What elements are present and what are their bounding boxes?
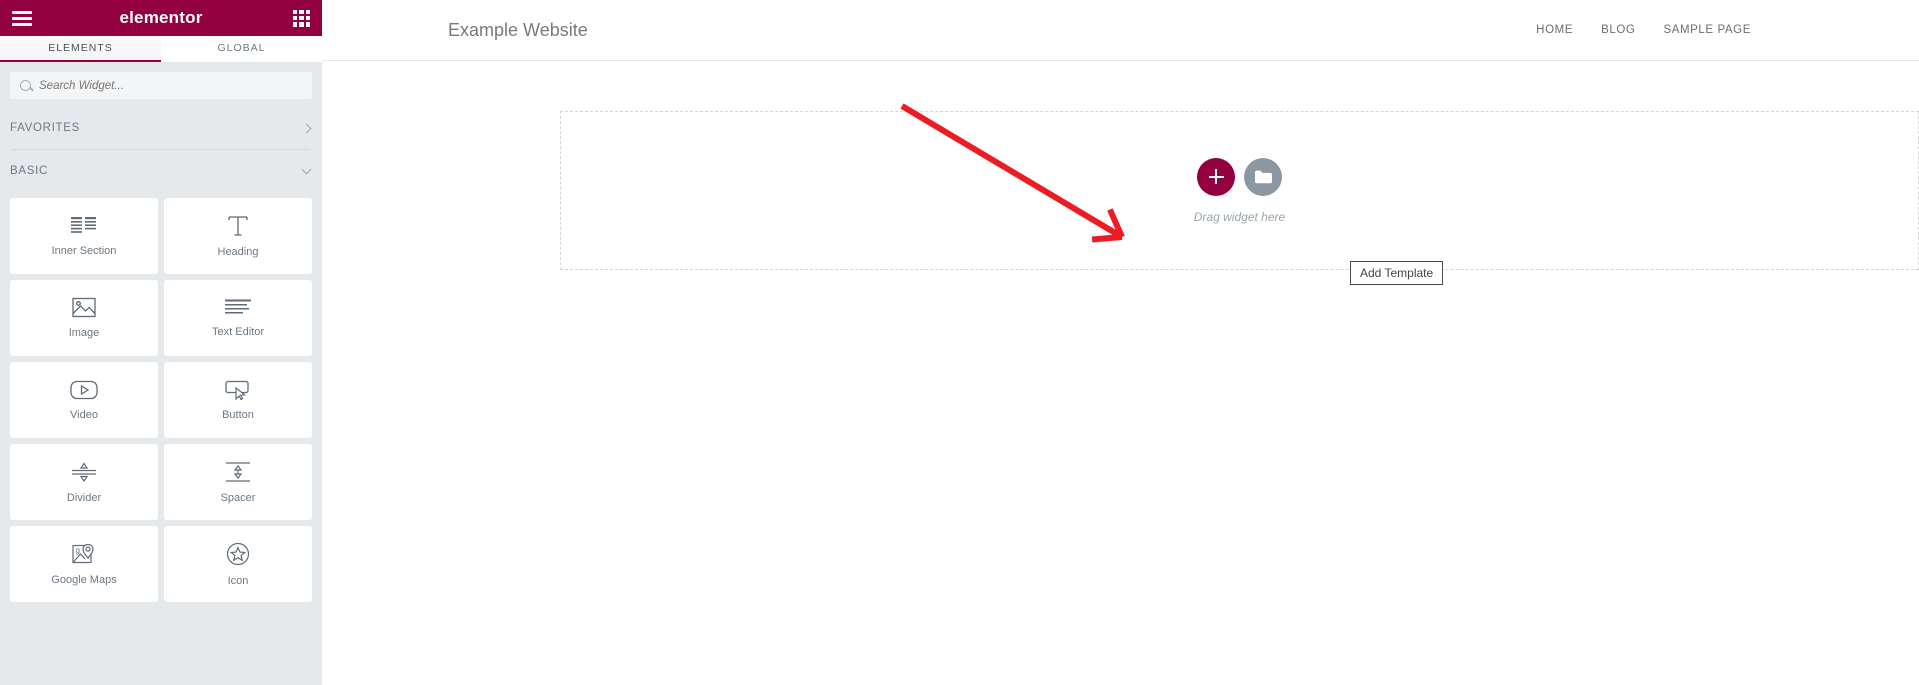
add-template-tooltip: Add Template [1350,261,1444,285]
widget-label: Text Editor [212,325,264,338]
nav-item-blog[interactable]: BLOG [1601,24,1635,36]
panel-header: elementor [0,0,322,36]
chevron-right-icon [301,123,312,133]
hamburger-icon[interactable] [12,10,32,26]
nav-item-home[interactable]: HOME [1536,24,1573,36]
widget-spacer[interactable]: Spacer [164,444,312,520]
image-icon [72,297,96,318]
widget-label: Video [70,408,98,421]
chevron-down-icon [301,164,312,174]
widget-divider[interactable]: Divider [10,444,158,520]
inner-section-icon [71,216,97,236]
add-template-button[interactable] [1244,157,1282,196]
widget-image[interactable]: Image [10,280,158,356]
section-dropzone[interactable]: Drag widget here [560,111,1919,270]
panel-tabs: ELEMENTS GLOBAL [0,36,322,62]
search-input[interactable] [39,79,302,92]
elementor-editor: elementor ELEMENTS GLOBAL FAVORITES BASI… [0,0,1919,685]
widget-icon[interactable]: Icon [164,526,312,602]
widget-label: Button [222,408,254,421]
widget-button[interactable]: Button [164,362,312,438]
widget-label: Divider [66,491,102,504]
widget-text-editor[interactable]: Text Editor [164,280,312,356]
widget-heading[interactable]: Heading [164,198,312,274]
category-basic[interactable]: BASIC [0,150,322,192]
category-basic-label: BASIC [10,165,49,177]
tab-elements[interactable]: ELEMENTS [0,36,161,62]
button-icon [224,380,252,400]
grid-apps-icon[interactable] [293,9,310,27]
add-new-section-button[interactable] [1197,157,1235,196]
page-preview: Example Website HOME BLOG SAMPLE PAGE Dr… [322,0,1919,685]
widget-video[interactable]: Video [10,362,158,438]
dropzone-hint: Drag widget here [1193,209,1286,224]
widget-google-maps[interactable]: g Google Maps [10,526,158,602]
site-header: Example Website HOME BLOG SAMPLE PAGE [322,0,1919,61]
svg-text:g: g [76,546,80,555]
search-icon [20,80,31,91]
widget-grid: Inner Section Heading Image Text Editor … [0,192,322,612]
dropzone-inner: Drag widget here [561,112,1918,269]
widget-inner-section[interactable]: Inner Section [10,198,158,274]
widget-label: Spacer [220,491,256,504]
dropzone-buttons [1197,157,1282,196]
annotation-arrow [900,103,1125,243]
widget-label: Google Maps [51,573,117,586]
text-editor-icon [225,299,251,317]
search-widget-wrap [0,62,322,107]
star-icon [226,542,250,566]
widget-label: Heading [217,245,259,258]
widget-label: Image [68,327,100,339]
heading-icon [226,215,250,237]
divider-icon [70,461,98,483]
nav-item-sample-page[interactable]: SAMPLE PAGE [1663,24,1751,36]
widget-label: Icon [227,574,249,587]
folder-icon [1254,170,1272,183]
spacer-icon [224,461,252,483]
google-maps-icon: g [71,543,97,565]
video-icon [70,380,98,400]
plus-icon [1208,169,1224,184]
site-nav: HOME BLOG SAMPLE PAGE [1536,24,1859,36]
site-title: Example Website [448,19,588,40]
category-favorites[interactable]: FAVORITES [0,107,322,149]
widget-label: Inner Section [51,244,117,257]
elementor-panel: elementor ELEMENTS GLOBAL FAVORITES BASI… [0,0,322,685]
elementor-logo: elementor [119,8,203,27]
tab-global[interactable]: GLOBAL [161,36,322,62]
search-box[interactable] [10,72,312,99]
category-favorites-label: FAVORITES [10,122,80,134]
